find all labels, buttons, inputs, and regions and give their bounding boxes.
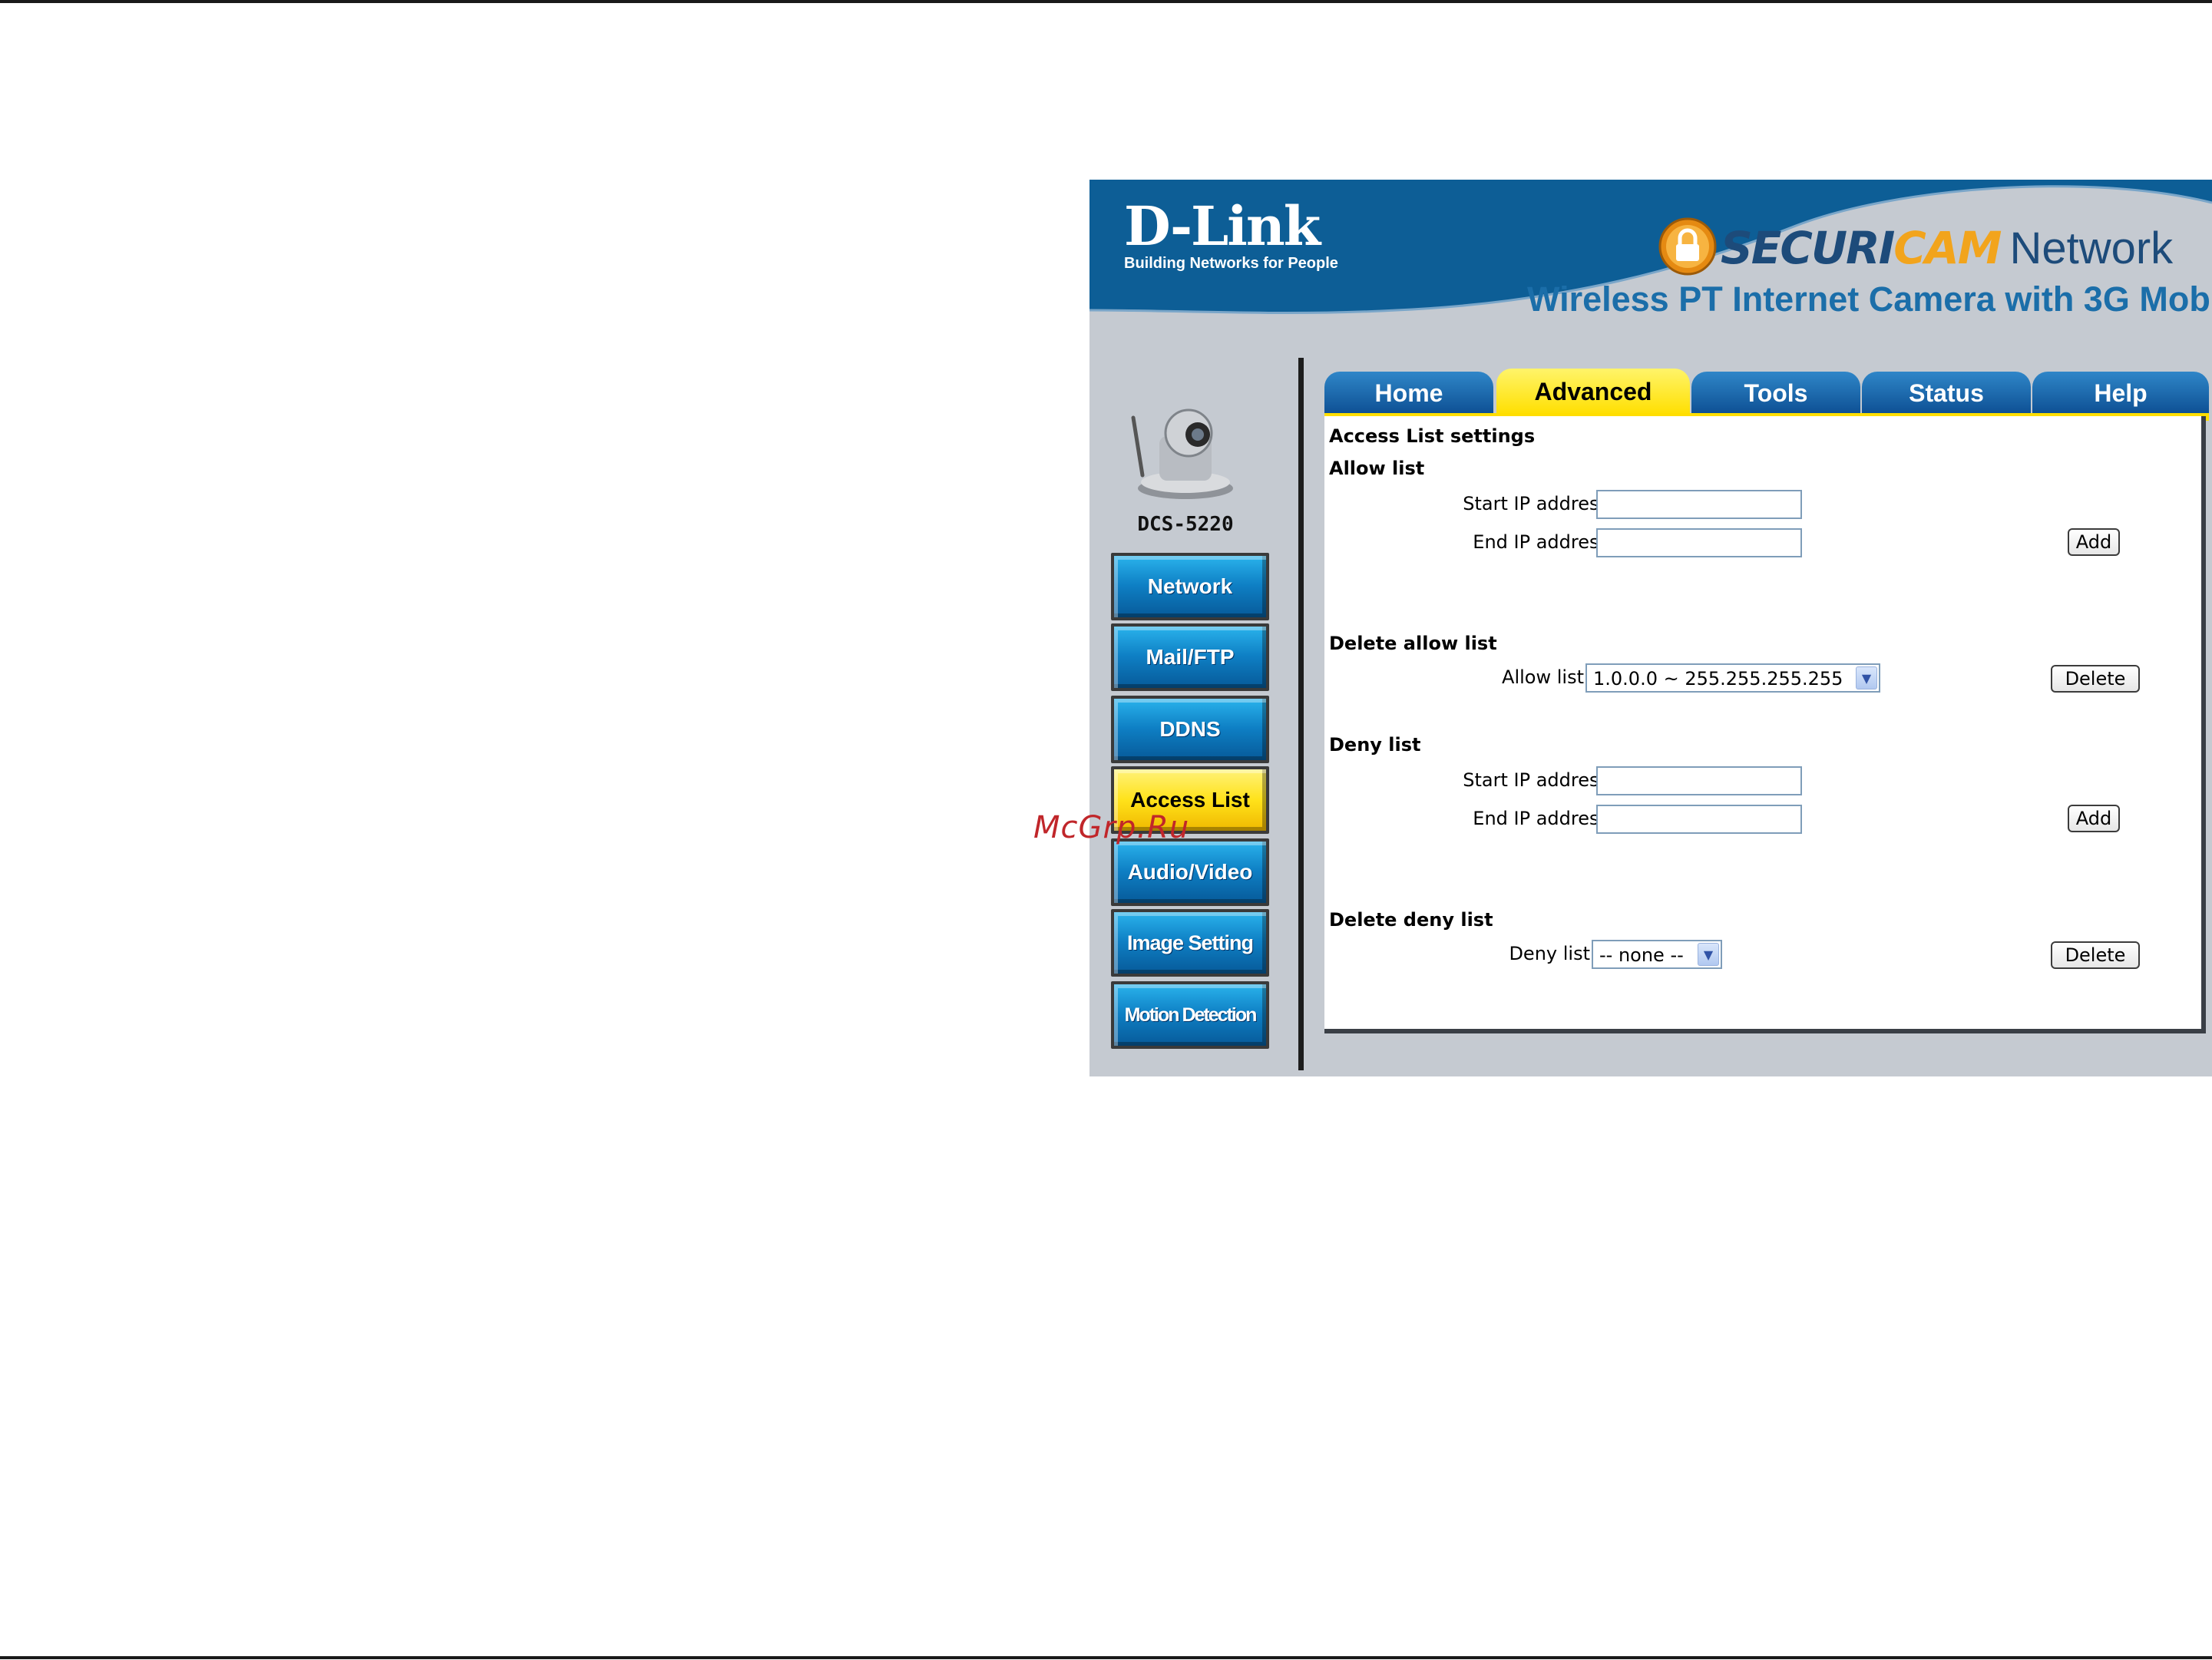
lock-icon — [1658, 217, 1717, 276]
tab-tools[interactable]: Tools — [1691, 372, 1860, 415]
delete-deny-button[interactable]: Delete — [2051, 941, 2140, 969]
deny-add-button[interactable]: Add — [2068, 805, 2120, 832]
product-line-title: Wireless PT Internet Camera with 3G Mobi… — [1527, 279, 2212, 319]
deny-end-ip-label: End IP address — [1473, 808, 1609, 829]
allow-start-ip-label: Start IP address — [1463, 493, 1609, 514]
dlink-logo: D-Link Building Networks for People — [1124, 200, 1338, 273]
delete-deny-list-heading: Delete deny list — [1329, 909, 1493, 931]
column-divider — [1298, 358, 1304, 1070]
securicam-wordmark: SECURICAM Network — [1721, 221, 2173, 276]
deny-list-heading: Deny list — [1329, 734, 1421, 756]
allow-list-selected-value: 1.0.0.0 ~ 255.255.255.255 — [1593, 668, 1843, 689]
watermark-text: McGrp.Ru — [1033, 810, 1190, 845]
camera-icon — [1131, 408, 1233, 499]
page-top-rule — [0, 0, 2212, 3]
deny-list-select-label: Deny list — [1509, 943, 1590, 964]
deny-end-ip-input[interactable] — [1596, 805, 1802, 834]
sidebar-item-mail-ftp[interactable]: Mail/FTP — [1111, 623, 1269, 691]
sidebar-item-motion-detection[interactable]: Motion Detection — [1111, 981, 1269, 1049]
allow-list-select[interactable]: 1.0.0.0 ~ 255.255.255.255 ▼ — [1585, 663, 1880, 693]
delete-allow-list-heading: Delete allow list — [1329, 633, 1497, 654]
securicam-part2: CAM — [1893, 222, 2002, 274]
sidebar-item-audio-video[interactable]: Audio/Video — [1111, 838, 1269, 906]
access-list-panel: Access List settings Allow list Start IP… — [1324, 416, 2206, 1033]
brand-tagline: Building Networks for People — [1124, 255, 1338, 272]
tab-advanced[interactable]: Advanced — [1496, 369, 1690, 415]
allow-list-heading: Allow list — [1329, 458, 1425, 479]
tab-home[interactable]: Home — [1324, 372, 1493, 415]
deny-list-selected-value: -- none -- — [1599, 944, 1684, 966]
tab-help[interactable]: Help — [2032, 372, 2209, 415]
securicam-part3: Network — [2009, 223, 2174, 273]
delete-allow-button[interactable]: Delete — [2051, 665, 2140, 693]
sidebar-item-ddns[interactable]: DDNS — [1111, 696, 1269, 763]
page-bottom-rule — [0, 1656, 2212, 1659]
camera-admin-screenshot: D-Link Building Networks for People SECU… — [1089, 180, 2212, 1076]
allow-start-ip-input[interactable] — [1596, 490, 1802, 519]
deny-start-ip-input[interactable] — [1596, 766, 1802, 795]
chevron-down-icon[interactable]: ▼ — [1698, 943, 1719, 966]
tab-status[interactable]: Status — [1862, 372, 2031, 415]
header-banner: D-Link Building Networks for People SECU… — [1089, 180, 2212, 349]
allow-end-ip-input[interactable] — [1596, 528, 1802, 557]
deny-start-ip-label: Start IP address — [1463, 769, 1609, 791]
allow-list-select-label: Allow list — [1502, 666, 1584, 688]
brand-name: D-Link — [1124, 194, 1321, 258]
panel-title: Access List settings — [1329, 425, 1536, 447]
device-model: DCS-5220 — [1137, 513, 1234, 536]
allow-add-button[interactable]: Add — [2068, 528, 2120, 556]
securicam-part1: SECURI — [1721, 222, 1895, 274]
main-tabs: Home Advanced Tools Status Help — [1324, 369, 2209, 422]
deny-list-select[interactable]: -- none -- ▼ — [1592, 940, 1722, 969]
sidebar-item-network[interactable]: Network — [1111, 553, 1269, 620]
allow-end-ip-label: End IP address — [1473, 531, 1609, 553]
sidebar-item-image-setting[interactable]: Image Setting — [1111, 909, 1269, 977]
chevron-down-icon[interactable]: ▼ — [1856, 666, 1877, 689]
